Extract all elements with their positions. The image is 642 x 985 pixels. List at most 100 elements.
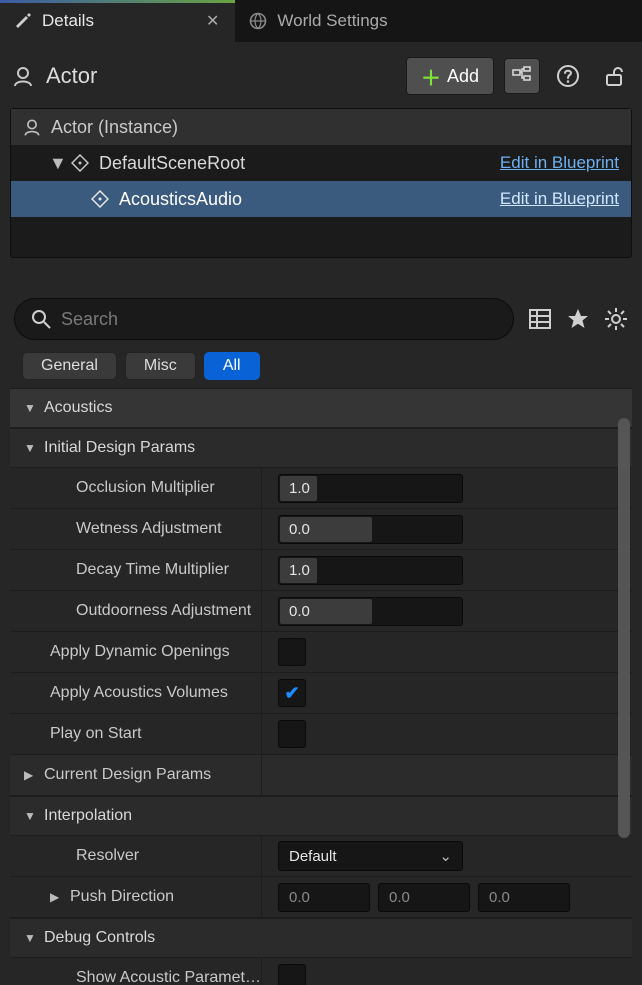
tab-bar: Details ✕ World Settings [0, 0, 642, 42]
category-acoustics[interactable]: ▼ Acoustics [10, 388, 632, 428]
help-icon [556, 64, 580, 88]
search-box[interactable] [14, 298, 514, 340]
prop-show-acoustic-parameters: Show Acoustic Paramet… [10, 958, 632, 985]
tab-details[interactable]: Details ✕ [0, 0, 235, 42]
filter-all[interactable]: All [204, 352, 260, 380]
globe-icon [249, 12, 267, 30]
edit-in-blueprint-link[interactable]: Edit in Blueprint [500, 189, 619, 209]
search-row [10, 298, 632, 340]
category-interpolation[interactable]: ▼ Interpolation [10, 796, 632, 836]
resolver-select[interactable]: Default ⌄ [278, 841, 463, 871]
push-direction-x-input[interactable]: 0.0 [278, 883, 370, 912]
actor-icon [21, 117, 43, 137]
tab-label: World Settings [277, 11, 387, 31]
add-button-label: Add [447, 66, 479, 87]
prop-apply-dynamic-openings: Apply Dynamic Openings [10, 632, 632, 673]
plus-icon: ＋ [421, 62, 441, 91]
tree-item-label: DefaultSceneRoot [99, 153, 245, 174]
scrollbar[interactable] [618, 418, 630, 838]
prop-wetness-adjustment: Wetness Adjustment 0.0 [10, 509, 632, 550]
chevron-right-icon: ▶ [24, 768, 36, 782]
close-icon[interactable]: ✕ [204, 11, 221, 31]
input-value: 1.0 [289, 562, 310, 579]
prop-label: Apply Dynamic Openings [50, 643, 230, 661]
component-tree: Actor (Instance) ▼ DefaultSceneRoot Edit… [10, 108, 632, 258]
tree-item-label: AcousticsAudio [119, 189, 242, 210]
prop-push-direction: ▶ Push Direction 0.0 0.0 0.0 [10, 877, 632, 918]
gear-icon [604, 307, 628, 331]
filter-misc[interactable]: Misc [125, 352, 196, 380]
browse-button[interactable] [504, 58, 540, 94]
prop-play-on-start: Play on Start [10, 714, 632, 755]
star-icon [566, 307, 590, 331]
chevron-right-icon[interactable]: ▶ [50, 890, 62, 904]
input-value: 0.0 [289, 889, 310, 906]
prop-label: Apply Acoustics Volumes [50, 684, 228, 702]
input-value: 1.0 [289, 480, 310, 497]
prop-label: Play on Start [50, 725, 142, 743]
header: Actor ＋ Add [10, 52, 632, 100]
chevron-down-icon[interactable]: ▼ [49, 153, 65, 174]
edit-in-blueprint-link[interactable]: Edit in Blueprint [500, 153, 619, 173]
prop-resolver: Resolver Default ⌄ [10, 836, 632, 877]
chevron-down-icon: ▼ [24, 441, 36, 455]
prop-decay-time-multiplier: Decay Time Multiplier 1.0 [10, 550, 632, 591]
prop-label: Show Acoustic Paramet… [76, 969, 261, 985]
favorites-button[interactable] [566, 307, 590, 331]
outdoorness-adjustment-input[interactable]: 0.0 [278, 597, 463, 626]
search-input[interactable] [61, 309, 497, 330]
chevron-down-icon: ▼ [24, 931, 36, 945]
apply-dynamic-openings-checkbox[interactable] [278, 638, 306, 666]
push-direction-y-input[interactable]: 0.0 [378, 883, 470, 912]
category-label: Initial Design Params [44, 439, 195, 457]
decay-time-multiplier-input[interactable]: 1.0 [278, 556, 463, 585]
hierarchy-icon [512, 66, 532, 86]
tree-item-default-scene-root[interactable]: ▼ DefaultSceneRoot Edit in Blueprint [11, 145, 631, 181]
prop-apply-acoustics-volumes: Apply Acoustics Volumes [10, 673, 632, 714]
category-label: Current Design Params [44, 766, 211, 784]
chevron-down-icon: ▼ [24, 809, 36, 823]
filter-general[interactable]: General [22, 352, 117, 380]
show-acoustic-parameters-checkbox[interactable] [278, 964, 306, 985]
input-value: 0.0 [489, 889, 510, 906]
lock-button[interactable] [596, 58, 632, 94]
occlusion-multiplier-input[interactable]: 1.0 [278, 474, 463, 503]
category-label: Interpolation [44, 807, 132, 825]
tree-root[interactable]: Actor (Instance) [11, 109, 631, 145]
property-grid: ▼ Acoustics ▼ Initial Design Params Occl… [10, 388, 632, 985]
input-value: 0.0 [389, 889, 410, 906]
input-value: 0.0 [289, 603, 310, 620]
tree-root-label: Actor (Instance) [51, 117, 178, 138]
details-icon [14, 12, 32, 30]
tab-world-settings[interactable]: World Settings [235, 0, 401, 42]
unlock-icon [603, 65, 625, 87]
tree-item-acoustics-audio[interactable]: AcousticsAudio Edit in Blueprint [11, 181, 631, 217]
play-on-start-checkbox[interactable] [278, 720, 306, 748]
input-value: 0.0 [289, 521, 310, 538]
chevron-down-icon: ▼ [24, 401, 36, 415]
push-direction-z-input[interactable]: 0.0 [478, 883, 570, 912]
wetness-adjustment-input[interactable]: 0.0 [278, 515, 463, 544]
category-current-design-params[interactable]: ▶ Current Design Params [10, 755, 632, 796]
grid-icon [528, 307, 552, 331]
prop-label: Decay Time Multiplier [76, 561, 229, 579]
prop-outdoorness-adjustment: Outdoorness Adjustment 0.0 [10, 591, 632, 632]
prop-occlusion-multiplier: Occlusion Multiplier 1.0 [10, 468, 632, 509]
category-label: Acoustics [44, 399, 112, 417]
category-initial-design-params[interactable]: ▼ Initial Design Params [10, 428, 632, 468]
help-button[interactable] [550, 58, 586, 94]
scene-component-icon [89, 190, 111, 208]
prop-label: Wetness Adjustment [76, 520, 222, 538]
settings-button[interactable] [604, 307, 628, 331]
property-matrix-button[interactable] [528, 307, 552, 331]
category-label: Debug Controls [44, 929, 155, 947]
prop-label: Push Direction [70, 888, 174, 906]
prop-label: Outdoorness Adjustment [76, 602, 251, 620]
scene-component-icon [69, 154, 91, 172]
filter-chips: General Misc All [10, 340, 632, 388]
apply-acoustics-volumes-checkbox[interactable] [278, 679, 306, 707]
actor-title: Actor [46, 63, 396, 89]
add-button[interactable]: ＋ Add [406, 57, 494, 95]
category-debug-controls[interactable]: ▼ Debug Controls [10, 918, 632, 958]
actor-icon [10, 63, 36, 89]
